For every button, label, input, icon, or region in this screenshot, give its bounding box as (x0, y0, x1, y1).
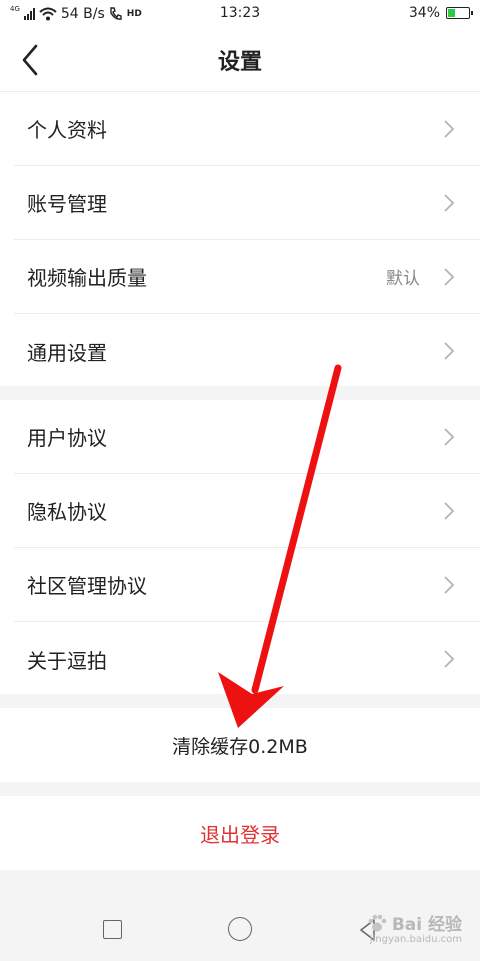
battery-percent: 34% (408, 5, 440, 21)
watermark: Bai 经验 jingyan.baidu.com (366, 910, 462, 945)
header: 设置 (0, 28, 480, 92)
clear-cache-button[interactable]: 清除缓存0.2MB (0, 708, 480, 782)
section-divider (0, 694, 480, 708)
settings-item-label: 个人资料 (27, 118, 107, 142)
watermark-text: Bai 经验 (391, 915, 462, 935)
chevron-right-icon (444, 342, 455, 360)
settings-item-label: 账号管理 (27, 192, 107, 216)
settings-item-label: 视频输出质量 (27, 266, 147, 290)
chevron-right-icon (444, 193, 455, 212)
section-divider (0, 386, 480, 400)
chevron-right-icon (444, 650, 455, 668)
settings-item-community-rules[interactable]: 社区管理协议 (14, 548, 480, 622)
logout-label: 退出登录 (200, 822, 280, 847)
wifi-icon (39, 7, 57, 21)
settings-item-value: 默认 (386, 269, 420, 289)
network-speed: 54 B/s (60, 6, 105, 22)
settings-item-label: 社区管理协议 (27, 574, 147, 598)
settings-item-video-quality[interactable]: 视频输出质量 默认 (14, 240, 480, 314)
chevron-right-icon (444, 267, 455, 286)
settings-item-privacy[interactable]: 隐私协议 (14, 474, 480, 548)
chevron-right-icon (444, 119, 455, 138)
signal-icon (23, 8, 35, 20)
recent-apps-icon[interactable] (103, 920, 122, 939)
hd-badge: HD (126, 9, 142, 19)
clear-cache-label: 清除缓存0.2MB (172, 735, 308, 758)
settings-item-user-agreement[interactable]: 用户协议 (14, 400, 480, 474)
system-nav-bar: Bai 经验 jingyan.baidu.com (0, 870, 480, 961)
settings-item-label: 用户协议 (27, 426, 107, 450)
chevron-right-icon (444, 427, 455, 446)
home-icon[interactable] (228, 917, 252, 941)
paw-logo-icon (368, 914, 387, 931)
section-divider (0, 782, 480, 796)
settings-item-general[interactable]: 通用设置 (14, 314, 480, 388)
status-bar: 4G 54 B/s HD 13:23 34% (0, 0, 480, 28)
settings-item-label: 隐私协议 (27, 500, 107, 524)
phone-call-icon (110, 7, 122, 20)
settings-item-about[interactable]: 关于逗拍 (14, 622, 480, 696)
watermark-subtext: jingyan.baidu.com (369, 934, 462, 945)
settings-item-account[interactable]: 账号管理 (14, 166, 480, 240)
settings-group-account: 个人资料 账号管理 视频输出质量 默认 通用设置 (0, 92, 480, 388)
chevron-right-icon (444, 575, 455, 594)
page-title: 设置 (217, 50, 262, 75)
chevron-right-icon (444, 501, 455, 520)
logout-button[interactable]: 退出登录 (0, 796, 480, 870)
settings-item-label: 通用设置 (27, 340, 107, 365)
network-type: 4G (10, 4, 20, 13)
battery-icon (446, 7, 473, 19)
settings-item-label: 关于逗拍 (27, 648, 107, 673)
settings-group-legal: 用户协议 隐私协议 社区管理协议 关于逗拍 (0, 400, 480, 696)
settings-item-profile[interactable]: 个人资料 (14, 92, 480, 166)
